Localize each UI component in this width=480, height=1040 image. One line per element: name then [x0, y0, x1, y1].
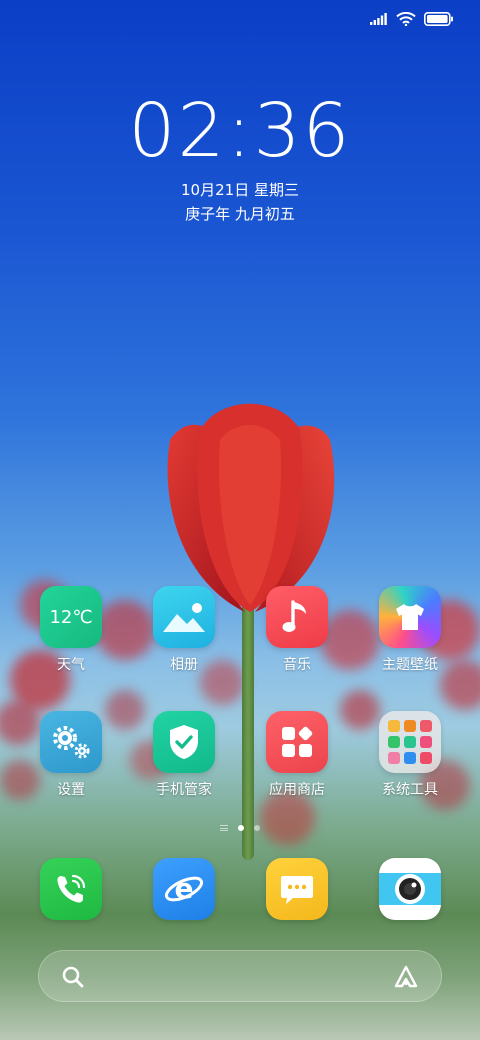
- signal-bars-icon: [370, 13, 387, 25]
- gallery-icon: [153, 586, 215, 648]
- page-indicator[interactable]: [0, 825, 480, 831]
- folder-icon: [379, 711, 441, 773]
- page-dot-1[interactable]: [238, 825, 244, 831]
- shield-check-icon: [153, 711, 215, 773]
- app-label: 设置: [57, 782, 85, 798]
- app-security[interactable]: 手机管家: [129, 711, 239, 799]
- app-label: 应用商店: [269, 782, 325, 798]
- dock-browser[interactable]: e: [129, 858, 239, 920]
- app-drawer-indicator-icon[interactable]: [220, 825, 228, 831]
- clock-time: 02:36: [128, 88, 352, 174]
- app-label: 手机管家: [156, 782, 212, 798]
- browser-icon: e: [153, 858, 215, 920]
- messages-icon: [266, 858, 328, 920]
- app-gallery[interactable]: 相册: [129, 586, 239, 674]
- battery-full-icon: [424, 12, 453, 26]
- gear-icon: [40, 711, 102, 773]
- svg-text:e: e: [175, 872, 194, 905]
- search-icon[interactable]: [61, 965, 85, 989]
- phone-icon: [40, 858, 102, 920]
- lockscreen-clock-widget[interactable]: 02:36 10月21日 星期三 庚子年 九月初五: [0, 88, 480, 226]
- wifi-icon: [396, 12, 416, 26]
- assistant-icon[interactable]: [393, 965, 419, 989]
- app-themes[interactable]: 主题壁纸: [355, 586, 465, 674]
- app-weather[interactable]: 12℃ 天气: [16, 586, 126, 674]
- app-store-icon: [266, 711, 328, 773]
- page-dot-2[interactable]: [254, 825, 260, 831]
- app-store[interactable]: 应用商店: [242, 711, 352, 799]
- app-label: 天气: [57, 657, 85, 673]
- weather-icon: 12℃: [40, 586, 102, 648]
- app-label: 主题壁纸: [382, 657, 438, 673]
- status-bar: [0, 0, 480, 40]
- weather-temperature: 12℃: [49, 606, 93, 628]
- home-search-bar[interactable]: [38, 950, 442, 1002]
- app-settings[interactable]: 设置: [16, 711, 126, 799]
- app-folder-system-tools[interactable]: 系统工具: [355, 711, 465, 799]
- dock-phone[interactable]: [16, 858, 126, 920]
- app-label: 系统工具: [382, 782, 438, 798]
- dock-messages[interactable]: [242, 858, 352, 920]
- app-music[interactable]: 音乐: [242, 586, 352, 674]
- music-note-icon: [266, 586, 328, 648]
- theme-shirt-icon: [379, 586, 441, 648]
- app-label: 音乐: [283, 657, 311, 673]
- clock-date: 10月21日 星期三: [181, 181, 299, 199]
- dock-camera[interactable]: [355, 858, 465, 920]
- tulip-flower: [167, 403, 335, 612]
- clock-lunar-date: 庚子年 九月初五: [185, 205, 295, 223]
- camera-icon: [379, 858, 441, 920]
- app-label: 相册: [170, 657, 198, 673]
